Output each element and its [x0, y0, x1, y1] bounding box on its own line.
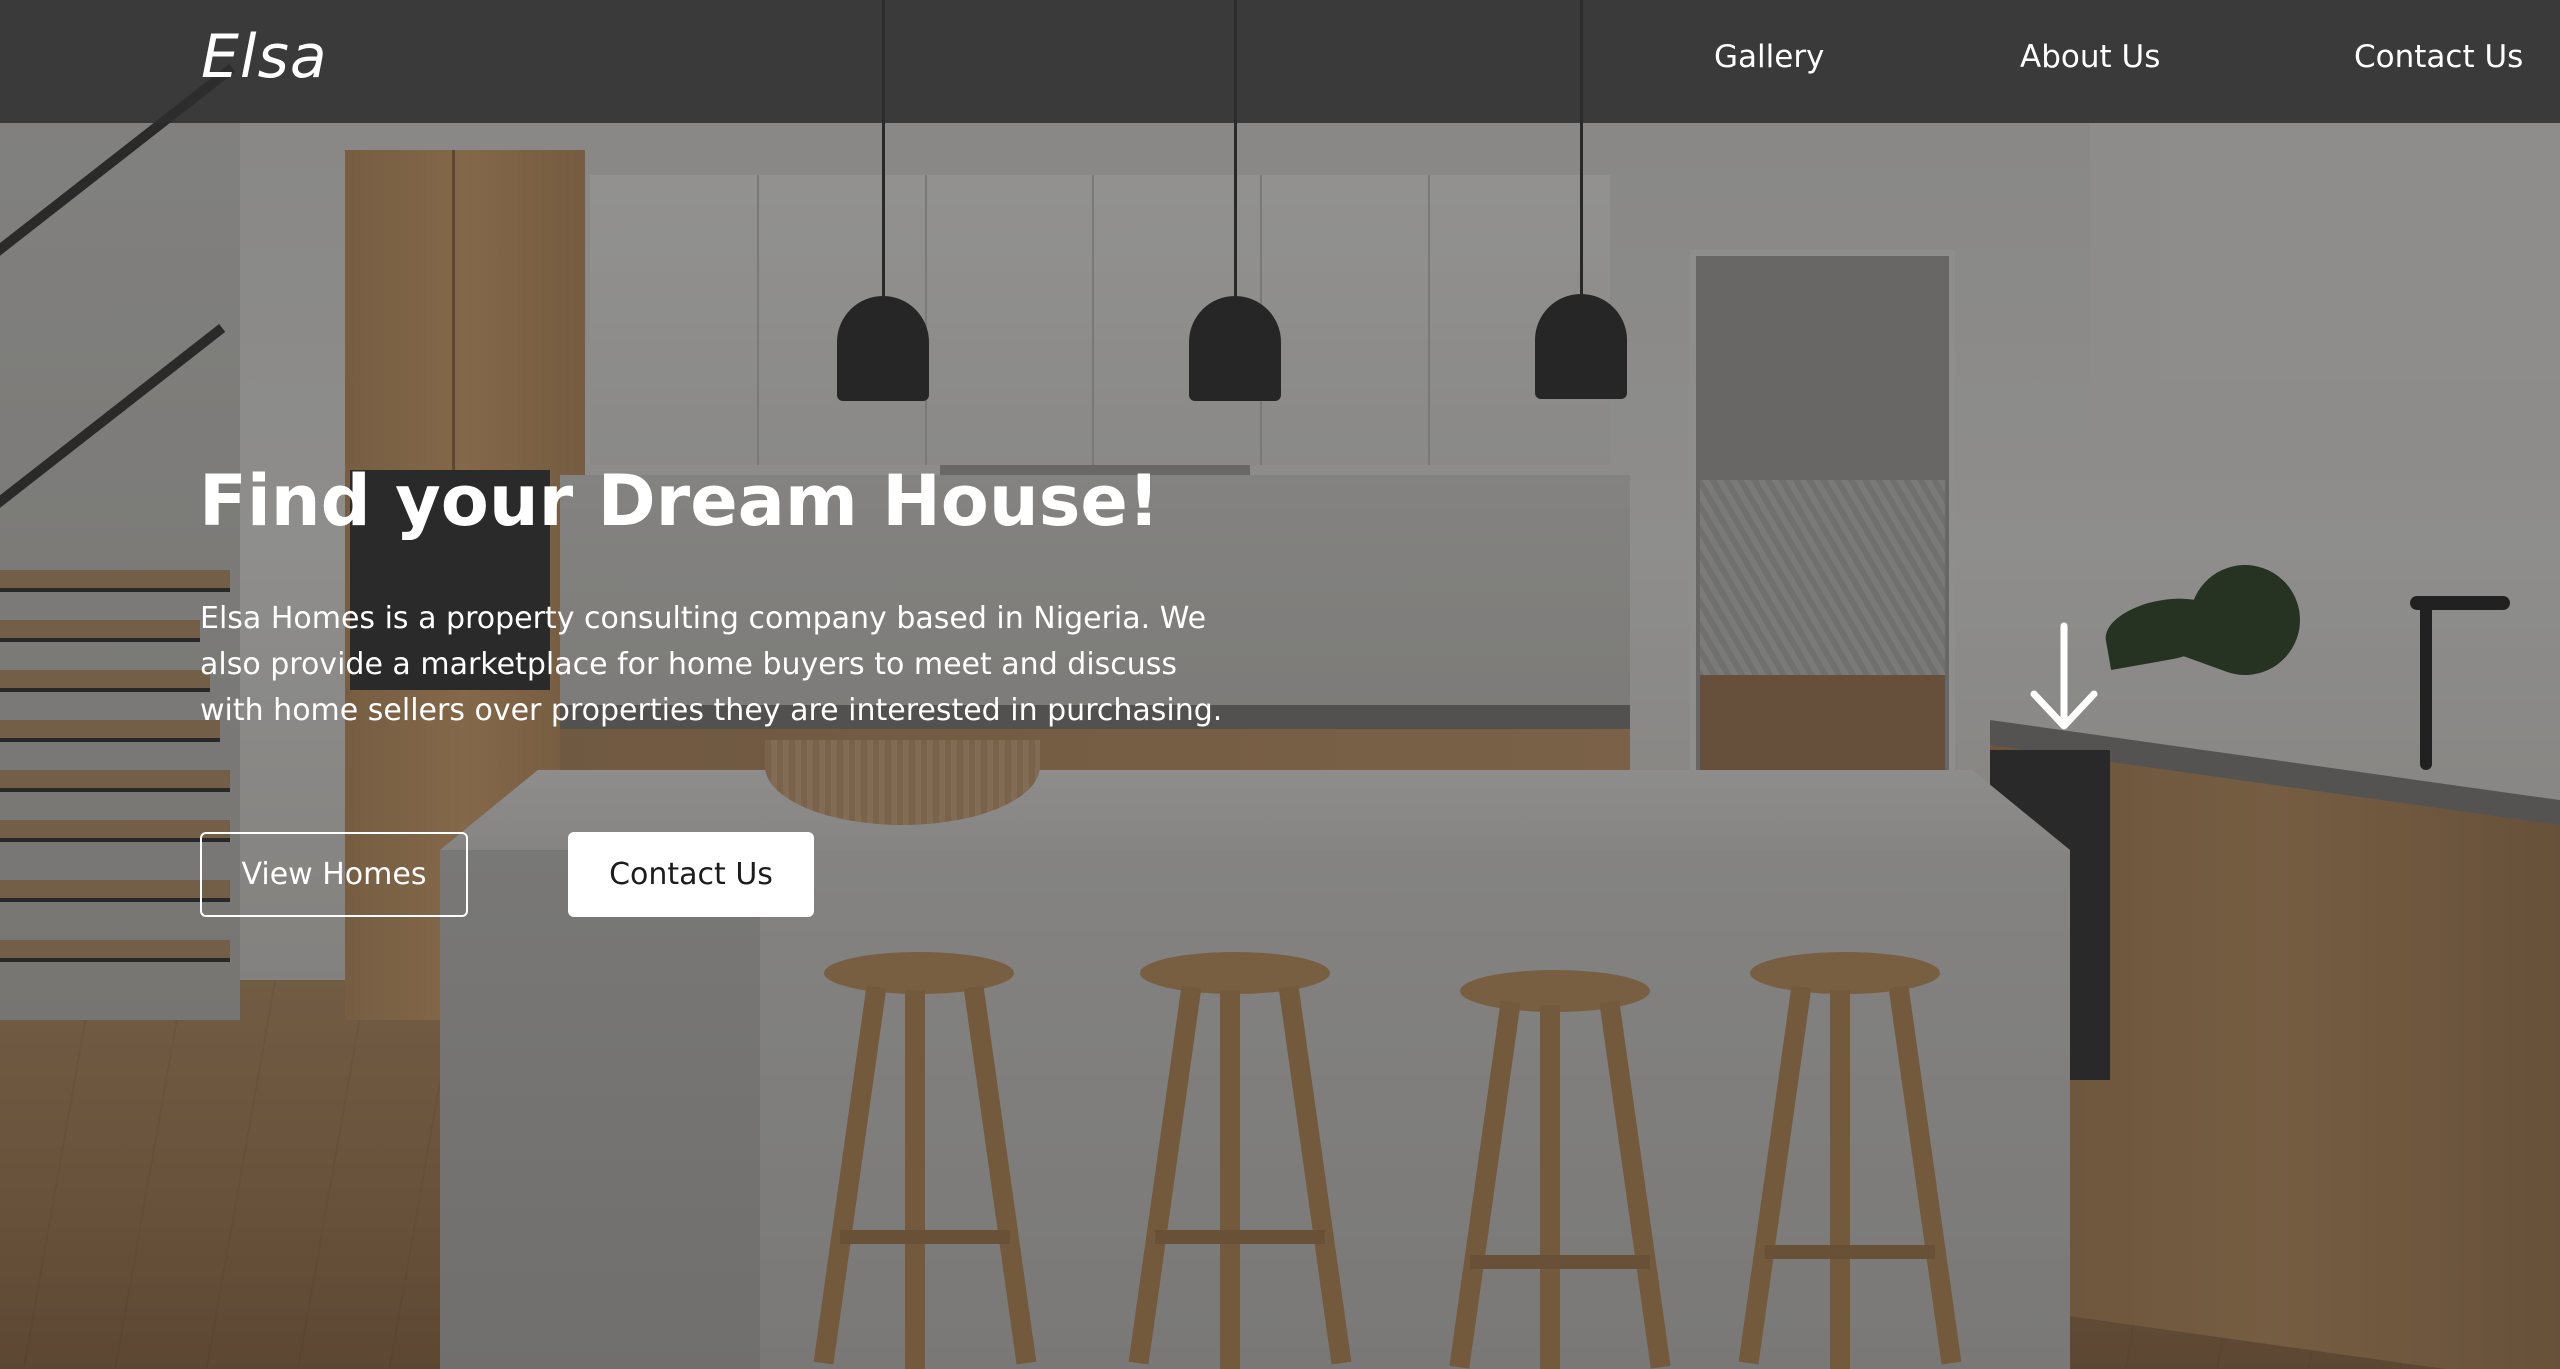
- hero-section: Elsa Gallery About Us Contact Us Find yo…: [0, 0, 2560, 1369]
- hero-description: Elsa Homes is a property consulting comp…: [200, 601, 1223, 728]
- hero-title: Find your Dream House!: [199, 460, 1160, 542]
- nav-link-about-us[interactable]: About Us: [2020, 39, 2160, 75]
- top-navbar: Elsa Gallery About Us Contact Us: [0, 0, 2560, 123]
- site-logo[interactable]: Elsa: [201, 22, 328, 92]
- contact-us-button[interactable]: Contact Us: [568, 832, 814, 917]
- arrow-down-icon[interactable]: [2028, 622, 2100, 732]
- nav-link-contact-us[interactable]: Contact Us: [2354, 39, 2523, 75]
- view-homes-button[interactable]: View Homes: [200, 832, 468, 917]
- nav-link-gallery[interactable]: Gallery: [1714, 39, 1824, 75]
